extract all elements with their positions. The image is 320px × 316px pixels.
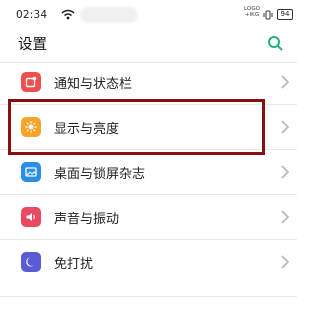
notification-icon — [21, 72, 41, 92]
chevron-right-icon — [281, 255, 289, 269]
speaker-icon — [21, 207, 41, 227]
settings-item-label: 声音与振动 — [54, 212, 120, 227]
section-divider — [0, 296, 297, 297]
wifi-icon — [61, 9, 75, 20]
status-time: 02:34 — [16, 9, 48, 21]
chevron-right-icon — [281, 120, 289, 134]
settings-item-label: 通知与状态栏 — [54, 77, 133, 92]
vibrate-icon — [263, 10, 273, 20]
image-icon — [21, 162, 41, 182]
settings-item-notifications[interactable]: 通知与状态栏 — [0, 60, 297, 104]
page-title: 设置 — [18, 37, 47, 53]
settings-item-wallpaper[interactable]: 桌面与锁屏杂志 — [0, 150, 297, 194]
chevron-right-icon — [281, 165, 289, 179]
settings-item-sound[interactable]: 声音与振动 — [0, 195, 297, 239]
chevron-right-icon — [281, 75, 289, 89]
network-indicator: LOGO +IKG — [244, 6, 261, 18]
battery-indicator: 94 — [277, 9, 293, 20]
chevron-right-icon — [281, 210, 289, 224]
settings-item-label: 桌面与锁屏杂志 — [54, 167, 146, 182]
moon-icon — [21, 252, 41, 272]
settings-item-do-not-disturb[interactable]: 免打扰 — [0, 240, 297, 284]
blurred-status-region — [80, 7, 138, 23]
settings-item-label: 免打扰 — [54, 257, 94, 272]
search-icon[interactable] — [267, 35, 283, 51]
status-bar: 02:34 LOGO +IKG 94 — [0, 0, 297, 28]
highlight-box — [8, 99, 265, 155]
